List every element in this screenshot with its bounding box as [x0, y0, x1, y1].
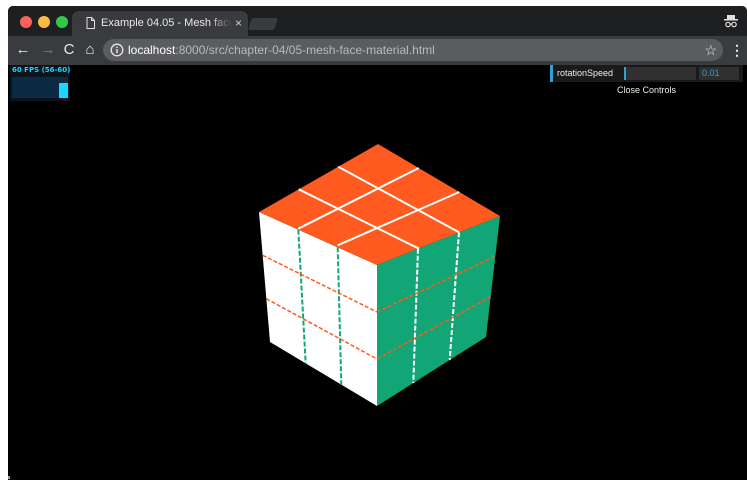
new-tab-button[interactable]: [248, 18, 278, 30]
close-window-button[interactable]: [20, 16, 32, 28]
home-icon[interactable]: ⌂: [82, 42, 98, 58]
tab-title-fade: [210, 11, 232, 36]
close-controls-button[interactable]: Close Controls: [550, 82, 743, 98]
fps-graph-bar: [59, 83, 68, 98]
rotation-speed-input[interactable]: 0.01: [699, 67, 739, 80]
rotation-speed-slider-fill: [624, 67, 626, 80]
url-host: localhost: [128, 43, 176, 57]
minimize-window-button[interactable]: [38, 16, 50, 28]
browser-window: Example 04.05 - Mesh face m × ← → C ⌂ lo…: [8, 6, 747, 480]
maximize-window-button[interactable]: [56, 16, 68, 28]
tab-close-icon[interactable]: ×: [235, 11, 242, 36]
url-text: localhost:8000/src/chapter-04/05-mesh-fa…: [128, 39, 435, 61]
address-bar[interactable]: localhost:8000/src/chapter-04/05-mesh-fa…: [103, 39, 723, 61]
tab-example[interactable]: Example 04.05 - Mesh face m ×: [72, 11, 248, 36]
rotation-speed-control: rotationSpeed 0.01: [550, 65, 743, 82]
fps-stats-panel[interactable]: 60 FPS (56-60): [10, 65, 70, 101]
incognito-icon: [724, 15, 738, 28]
reload-icon[interactable]: C: [61, 42, 77, 58]
rotation-speed-slider[interactable]: [624, 67, 696, 80]
url-path: :8000/src/chapter-04/05-mesh-face-materi…: [175, 43, 435, 57]
rubiks-cube-mesh: [259, 144, 500, 406]
tab-strip: Example 04.05 - Mesh face m ×: [8, 6, 747, 36]
rotation-speed-label: rotationSpeed: [557, 68, 614, 78]
kebab-menu-icon[interactable]: ⋮: [730, 42, 744, 58]
back-arrow-icon[interactable]: ←: [15, 42, 31, 58]
forward-arrow-icon[interactable]: →: [40, 42, 56, 58]
document-icon: [86, 17, 95, 29]
fps-label: 60 FPS (56-60): [12, 66, 71, 74]
controls-panel: rotationSpeed 0.01 Close Controls: [550, 65, 743, 98]
window-corner-mark: [8, 476, 10, 479]
star-icon[interactable]: ☆: [704, 40, 717, 60]
browser-toolbar: ← → C ⌂ localhost:8000/src/chapter-04/05…: [8, 36, 747, 65]
info-icon[interactable]: [110, 43, 124, 57]
webgl-viewport[interactable]: 60 FPS (56-60) rotationSpeed 0.01 Close …: [8, 65, 747, 480]
